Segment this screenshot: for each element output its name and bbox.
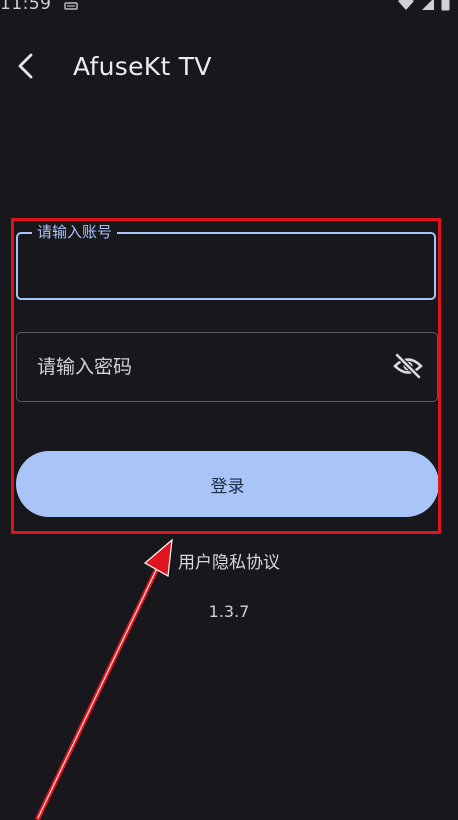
login-button[interactable]: 登录 [16,451,439,517]
password-field [16,332,438,402]
app-version: 1.3.7 [208,602,250,621]
login-screen: 11:59 AfuseKt TV 请输入账号 登录 用户隐私协议 1.3.7 [0,0,458,820]
annotation-arrow [35,538,173,820]
app-bar: AfuseKt TV [0,40,458,96]
eye-off-icon [393,353,423,383]
status-time: 11:59 [0,0,52,14]
account-label: 请输入账号 [32,221,118,243]
back-button[interactable] [6,46,46,90]
battery-icon [441,0,450,15]
privacy-agreement-link[interactable]: 用户隐私协议 [0,548,458,573]
back-arrow-icon [16,52,36,84]
sim-icon [64,0,80,16]
account-field: 请输入账号 [16,221,436,300]
status-icons [397,0,450,15]
wifi-icon [397,0,415,15]
password-visibility-toggle[interactable] [393,353,423,383]
status-bar: 11:59 [0,0,458,24]
password-input[interactable] [17,333,437,401]
signal-icon [421,0,435,15]
account-input[interactable] [18,234,434,298]
app-title: AfuseKt TV [73,52,212,81]
